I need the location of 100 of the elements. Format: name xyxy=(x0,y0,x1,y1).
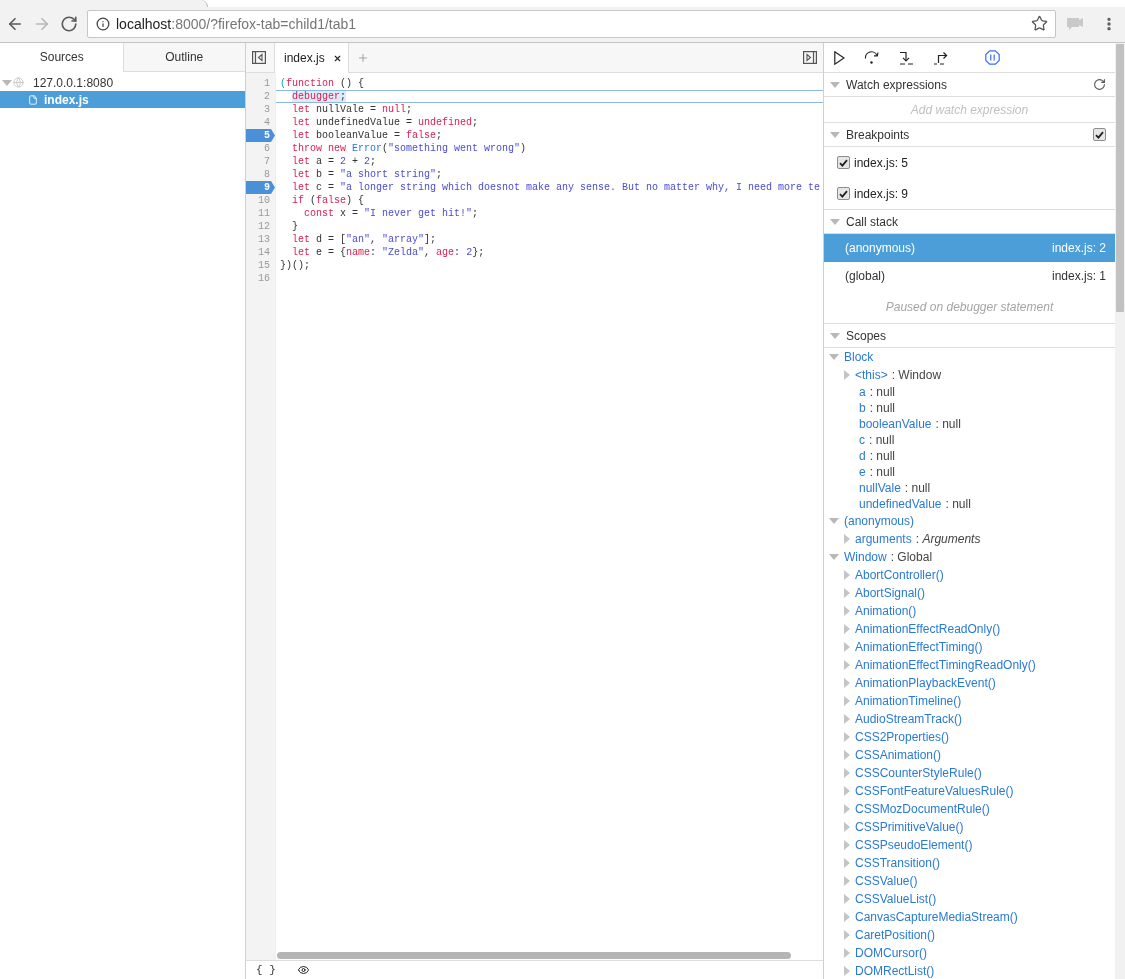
line-number: 15 xyxy=(257,259,271,272)
code-line: let b = "a short string"; xyxy=(291,168,444,181)
code-line: } xyxy=(291,220,299,233)
triangle-icon[interactable] xyxy=(844,642,850,652)
triangle-icon[interactable] xyxy=(830,218,840,225)
scope-variable: AnimationEffectReadOnly() xyxy=(855,622,1001,636)
frame-name: (anonymous) xyxy=(845,241,916,255)
code-line: let undefinedValue = undefined; xyxy=(291,116,480,129)
scope-variable: AbortSignal() xyxy=(855,586,926,600)
triangle-icon[interactable] xyxy=(844,912,850,922)
triangle-icon[interactable] xyxy=(844,786,850,796)
plus-icon[interactable] xyxy=(356,51,369,64)
tree-item[interactable]: 127.0.0.1:8080 xyxy=(0,74,245,91)
triangle-icon[interactable] xyxy=(844,804,850,814)
scrollbar-thumb[interactable] xyxy=(277,951,791,959)
breakpoint-label[interactable]: index.js: 5 xyxy=(854,155,909,170)
triangle-icon[interactable] xyxy=(844,768,850,778)
triangle-icon[interactable] xyxy=(844,750,850,760)
triangle-icon[interactable] xyxy=(830,81,840,88)
triangle-icon[interactable] xyxy=(844,588,850,598)
triangle-icon[interactable] xyxy=(844,822,850,832)
triangle-icon[interactable] xyxy=(830,332,840,339)
section-title[interactable]: Watch expressions xyxy=(846,77,1087,92)
video-camera-icon[interactable] xyxy=(1066,16,1084,31)
line-number: 4 xyxy=(263,116,271,129)
sidebar-toggle-icon[interactable] xyxy=(252,51,266,64)
triangle-icon[interactable] xyxy=(829,354,839,360)
checkbox[interactable] xyxy=(837,187,850,200)
line-number: 16 xyxy=(257,272,271,285)
star-icon[interactable] xyxy=(1031,15,1048,32)
triangle-icon[interactable] xyxy=(844,370,850,380)
section-title[interactable]: Scopes xyxy=(846,328,1106,343)
scope-variable: CSSTransition() xyxy=(855,856,940,870)
scope-variable: Animation() xyxy=(855,604,917,618)
scope-variable: CSSValueList() xyxy=(855,892,937,906)
triangle-icon[interactable] xyxy=(844,678,850,688)
scope-variable: AnimationEffectTiming() xyxy=(855,640,983,654)
triangle-icon[interactable] xyxy=(844,966,850,976)
line-number: 6 xyxy=(263,142,271,155)
scope-variable: AbortController() xyxy=(855,568,944,582)
section-title[interactable]: Breakpoints xyxy=(846,127,1087,142)
scope-variable: c : null xyxy=(859,433,895,447)
scope-variable: CSSFontFeatureValuesRule() xyxy=(855,784,1014,798)
triangle-icon[interactable] xyxy=(829,554,839,560)
triangle-icon[interactable] xyxy=(844,624,850,634)
pause-icon[interactable] xyxy=(985,50,1000,65)
code-line: })(); xyxy=(279,259,311,272)
vertical-scrollbar[interactable] xyxy=(1115,43,1125,979)
triangle-icon[interactable] xyxy=(844,732,850,742)
step-in-icon[interactable] xyxy=(899,50,914,65)
checkbox[interactable] xyxy=(837,156,850,169)
triangle-icon[interactable] xyxy=(844,894,850,904)
sidebar-toggle-icon[interactable] xyxy=(803,51,817,64)
checkbox[interactable] xyxy=(1093,128,1106,141)
info-icon[interactable] xyxy=(96,16,110,31)
triangle-icon[interactable] xyxy=(844,570,850,580)
section-title[interactable]: Call stack xyxy=(846,214,1106,229)
triangle-icon[interactable] xyxy=(844,696,850,706)
triangle-icon[interactable] xyxy=(844,840,850,850)
scope-variable: AnimationPlaybackEvent() xyxy=(855,676,996,690)
scope-variable: e : null xyxy=(859,465,896,479)
triangle-icon[interactable] xyxy=(844,606,850,616)
code-line: let booleanValue = false; xyxy=(291,129,444,142)
refresh-icon[interactable] xyxy=(1093,78,1106,91)
scope-variable: Block xyxy=(844,350,874,364)
close-icon[interactable] xyxy=(332,53,342,63)
triangle-icon[interactable] xyxy=(829,518,839,524)
play-icon[interactable] xyxy=(834,50,845,65)
breakpoint-label[interactable]: index.js: 9 xyxy=(854,186,909,201)
line-number: 7 xyxy=(263,155,271,168)
step-over-icon[interactable] xyxy=(864,51,880,64)
code-line: const x = "I never get hit!"; xyxy=(303,207,480,220)
code-line: throw new Error("something went wrong") xyxy=(291,142,528,155)
triangle-icon[interactable] xyxy=(844,660,850,670)
scope-variable: CSSPrimitiveValue() xyxy=(855,820,964,834)
browser-tab[interactable] xyxy=(0,0,208,7)
reload-icon[interactable] xyxy=(60,14,78,33)
eye-icon[interactable] xyxy=(295,964,311,976)
scope-variable: <this> : Window xyxy=(855,368,942,382)
scrollbar-thumb[interactable] xyxy=(1116,44,1124,312)
pretty-print-button[interactable]: { } xyxy=(256,964,276,976)
triangle-icon[interactable] xyxy=(844,930,850,940)
code-line: let d = ["an", "array"]; xyxy=(291,233,438,246)
scope-variable: AudioStreamTrack() xyxy=(855,712,962,726)
panel-tab[interactable]: Outline xyxy=(122,43,245,72)
address-bar[interactable]: localhost:8000/?firefox-tab=child1/tab1 xyxy=(87,9,1056,38)
triangle-icon[interactable] xyxy=(844,876,850,886)
scope-variable: b : null xyxy=(859,401,896,415)
code-line: debugger; xyxy=(276,90,823,103)
step-out-icon[interactable] xyxy=(933,50,948,65)
triangle-icon[interactable] xyxy=(844,858,850,868)
code-line: let c = "a longer string which doesnot make any sense. But no matter why, I need more te xyxy=(291,181,822,194)
triangle-icon[interactable] xyxy=(830,131,840,138)
triangle-icon[interactable] xyxy=(844,714,850,724)
triangle-icon[interactable] xyxy=(844,948,850,958)
triangle-icon[interactable] xyxy=(844,534,850,544)
editor-tab[interactable]: index.js xyxy=(274,43,349,73)
frame-location: index.js: 2 xyxy=(1051,241,1106,255)
triangle-icon[interactable] xyxy=(2,79,12,86)
code-line: (function () { xyxy=(279,77,366,90)
